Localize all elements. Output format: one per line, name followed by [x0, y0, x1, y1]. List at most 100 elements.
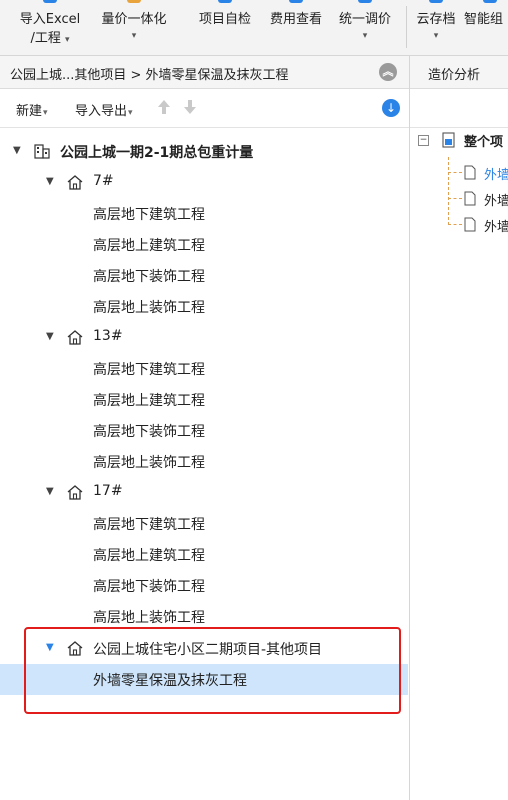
document-icon: [464, 191, 476, 206]
tree-leaf[interactable]: 高层地上装饰工程: [0, 291, 408, 322]
arrow-up-icon[interactable]: [157, 98, 171, 116]
tree-leaf[interactable]: 高层地上建筑工程: [0, 229, 408, 260]
tree-leaf-label: 高层地下建筑工程: [93, 517, 205, 533]
tree-group-label: 17#: [93, 483, 123, 499]
smart-group-label: 智能组: [464, 12, 504, 27]
document-icon: [464, 165, 476, 180]
tree-toolbar: 新建▾ 导入导出▾ ↓: [0, 89, 409, 128]
tree-leaf-selected[interactable]: 外墙零星保温及抹灰工程: [0, 664, 408, 695]
tree-connector: [448, 157, 449, 225]
house-icon: [67, 330, 83, 345]
project-self-check-button[interactable]: 项目自检: [190, 0, 260, 55]
collapse-box-icon[interactable]: −: [418, 135, 429, 146]
double-chevron-up-icon[interactable]: ︽: [379, 63, 397, 81]
tree-leaf[interactable]: 高层地上装饰工程: [0, 601, 408, 632]
arrow-down-icon[interactable]: [183, 98, 197, 116]
cost-analysis-panel: 造价分析 − 整个项 外墙 外墙 外墙: [410, 56, 508, 800]
import-export-label: 导入导出: [75, 104, 128, 119]
tree-leaf[interactable]: 高层地下建筑工程: [0, 353, 408, 384]
tree-group-label: 13#: [93, 328, 123, 344]
tree-leaf[interactable]: 高层地上建筑工程: [0, 539, 408, 570]
house-icon: [67, 641, 83, 656]
cloud-archive-button[interactable]: 云存档 ▾: [414, 0, 458, 55]
right-toolbar: [410, 89, 508, 128]
tree-leaf[interactable]: 高层地下建筑工程: [0, 198, 408, 229]
tree-root[interactable]: ▼ 公园上城一期2-1期总包重计量: [0, 136, 408, 167]
tree-leaf-label: 高层地上装饰工程: [93, 455, 205, 471]
download-icon[interactable]: ↓: [382, 99, 400, 117]
view-fees-icon: [289, 0, 303, 3]
chevron-down-icon: ▾: [65, 35, 70, 45]
cost-tree-root[interactable]: − 整个项: [410, 127, 508, 153]
ribbon-toolbar: 导入Excel /工程 ▾ 量价一体化 ▾ 项目自检 费用查看 统一调价 ▾ 云…: [0, 0, 508, 56]
self-check-label: 项目自检: [198, 12, 251, 27]
tree-connector: [448, 172, 462, 173]
tree-group-other-project[interactable]: ▼ 公园上城住宅小区二期项目-其他项目: [0, 633, 408, 664]
expand-toggle-icon[interactable]: ▼: [46, 176, 54, 187]
tree-leaf[interactable]: 高层地下装饰工程: [0, 415, 408, 446]
chevron-down-icon: ▾: [131, 31, 137, 41]
tree-connector: [448, 224, 462, 225]
new-label: 新建: [16, 104, 43, 119]
tree-group-17[interactable]: ▼ 17#: [0, 477, 408, 508]
smart-group-icon: [483, 0, 497, 3]
self-check-icon: [218, 0, 232, 3]
import-excel-label: 导入Excel: [19, 12, 81, 27]
import-excel-sub-label: /工程: [30, 31, 61, 46]
chevron-down-icon: ▾: [128, 108, 133, 118]
price-adjust-label: 统一调价: [338, 12, 391, 27]
expand-toggle-icon[interactable]: ▼: [13, 145, 21, 156]
right-tabbar: 造价分析: [410, 56, 508, 89]
import-excel-button[interactable]: 导入Excel /工程 ▾: [12, 0, 88, 55]
price-adjust-icon: [358, 0, 372, 3]
expand-toggle-icon[interactable]: ▼: [46, 486, 54, 497]
import-export-button[interactable]: 导入导出▾: [75, 100, 133, 119]
tree-leaf[interactable]: 高层地上建筑工程: [0, 384, 408, 415]
document-icon: [464, 217, 476, 232]
smart-group-button[interactable]: 智能组: [464, 0, 508, 55]
view-fees-label: 费用查看: [269, 12, 322, 27]
house-icon: [67, 175, 83, 190]
view-fees-button[interactable]: 费用查看: [262, 0, 330, 55]
cloud-archive-icon: [429, 0, 443, 3]
cost-tree-item-label: 外墙: [484, 220, 508, 235]
house-icon: [67, 485, 83, 500]
cost-tree-item[interactable]: 外墙: [464, 212, 508, 238]
breadcrumb[interactable]: 公园上城...其他项目 > 外墙零星保温及抹灰工程: [10, 64, 289, 83]
cost-tree-item[interactable]: 外墙: [464, 160, 508, 186]
tree-leaf-label: 高层地下建筑工程: [93, 207, 205, 223]
import-excel-label-2: /工程 ▾: [12, 27, 88, 46]
ribbon-separator: [406, 6, 407, 48]
tree-group-7[interactable]: ▼ 7#: [0, 167, 408, 198]
tree-leaf[interactable]: 高层地上装饰工程: [0, 446, 408, 477]
chevron-down-icon: ▾: [433, 31, 439, 41]
cost-tree-item[interactable]: 外墙: [464, 186, 508, 212]
tree-leaf-label: 高层地下建筑工程: [93, 362, 205, 378]
new-button[interactable]: 新建▾: [16, 100, 48, 119]
chevron-down-icon: ▾: [362, 31, 368, 41]
unified-price-adjust-button[interactable]: 统一调价 ▾: [331, 0, 399, 55]
tree-group-label: 公园上城住宅小区二期项目-其他项目: [93, 642, 323, 658]
tree-root-label: 公园上城一期2-1期总包重计量: [60, 145, 254, 161]
tree-group-13[interactable]: ▼ 13#: [0, 322, 408, 353]
quantity-price-button[interactable]: 量价一体化 ▾: [92, 0, 176, 55]
cost-tree-item-label: 外墙: [484, 194, 508, 209]
tree-leaf[interactable]: 高层地下装饰工程: [0, 570, 408, 601]
cloud-archive-label: 云存档: [416, 12, 456, 27]
tree-leaf-label: 高层地上建筑工程: [93, 393, 205, 409]
tree-leaf-label: 高层地下装饰工程: [93, 424, 205, 440]
tree-leaf[interactable]: 高层地下装饰工程: [0, 260, 408, 291]
tree-connector: [448, 198, 462, 199]
breadcrumb-bar: 公园上城...其他项目 > 外墙零星保温及抹灰工程 ︽: [0, 56, 409, 89]
import-excel-icon: [43, 0, 57, 3]
tree-leaf-label: 高层地下装饰工程: [93, 269, 205, 285]
project-icon: [442, 132, 455, 148]
tree-leaf-label: 外墙零星保温及抹灰工程: [93, 673, 247, 689]
expand-toggle-icon[interactable]: ▼: [46, 331, 54, 342]
tab-cost-analysis[interactable]: 造价分析: [428, 64, 480, 83]
tree-leaf[interactable]: 高层地下建筑工程: [0, 508, 408, 539]
tree-leaf-label: 高层地上装饰工程: [93, 610, 205, 626]
quantity-price-icon: [127, 0, 141, 3]
building-icon: [34, 144, 50, 159]
expand-toggle-icon[interactable]: ▼: [46, 642, 54, 653]
